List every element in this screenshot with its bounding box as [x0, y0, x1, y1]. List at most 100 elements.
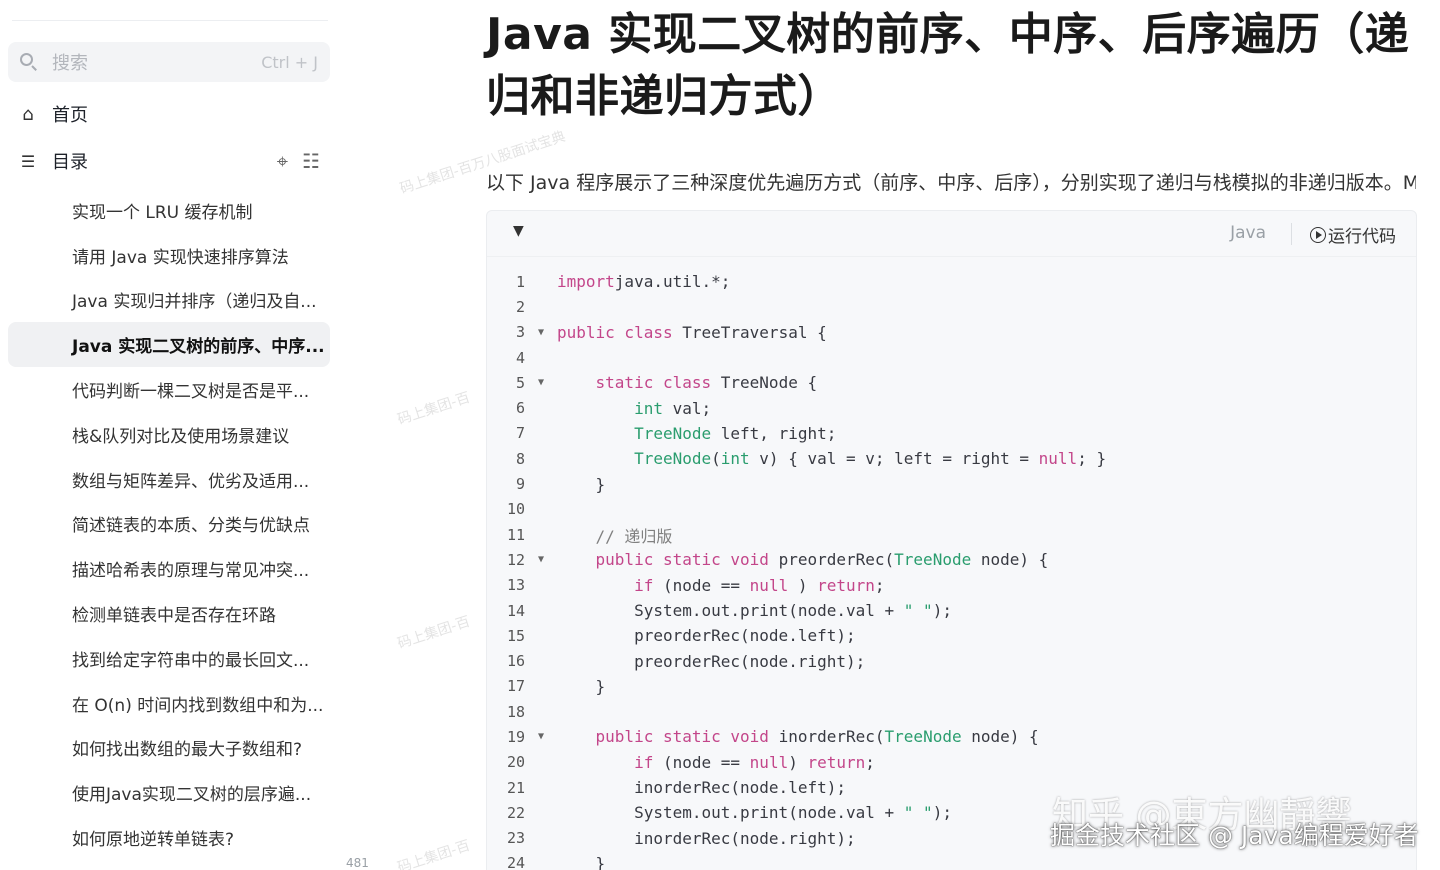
code-token: val;	[672, 398, 712, 418]
code-text: importjava.util.*;	[557, 272, 730, 291]
toc-item[interactable]: 如何原地逆转单链表?	[8, 815, 330, 860]
search-placeholder: 搜索	[52, 53, 88, 74]
code-token: node) {	[980, 550, 1049, 570]
code-token: preorderRec(node.left);	[557, 626, 856, 646]
code-text: public static void preorderRec(TreeNode …	[557, 550, 1049, 570]
fold-caret-icon[interactable]: ▼	[525, 377, 557, 388]
code-token: TreeNode	[634, 449, 712, 469]
code-token: inorderRec(node.right);	[557, 828, 856, 848]
line-number: 22	[506, 803, 525, 822]
line-number: 23	[506, 829, 525, 848]
page-title: Java 实现二叉树的前序、中序、后序遍历（递 归和非递归方式）	[486, 4, 1416, 128]
code-line: 2	[487, 294, 1416, 319]
toc-item[interactable]: 代码判断一棵二叉树是否是平...	[8, 367, 330, 412]
line-number: 11	[506, 525, 525, 544]
code-line: 19 ▼ public static void inorderRec(TreeNo…	[487, 724, 1416, 749]
fold-caret-icon[interactable]: ▼	[525, 554, 557, 565]
line-number: 12	[506, 550, 525, 569]
code-line: 13 if (node == null ) return;	[487, 573, 1416, 598]
code-token: ;	[865, 752, 875, 772]
code-token: null	[749, 575, 789, 595]
toc-item[interactable]: 如何找出数组的最大子数组和?	[8, 726, 330, 771]
code-token: node) {	[971, 727, 1039, 747]
toc-item[interactable]: 描述哈希表的原理与常见冲突...	[8, 546, 330, 591]
code-token: preorderRec(	[778, 550, 895, 570]
watermark: 码上集团-百	[395, 389, 473, 429]
toc-item[interactable]: 找到给定字符串中的最长回文...	[8, 636, 330, 681]
code-text: public static void inorderRec(TreeNode n…	[557, 727, 1039, 746]
search-shortcut: Ctrl + J	[261, 52, 318, 72]
code-token: // 递归版	[595, 526, 673, 546]
nav-toc-label: 目录	[52, 152, 88, 173]
toc-item[interactable]: 请用 Java 实现快速排序算法	[8, 233, 330, 278]
code-text: preorderRec(node.left);	[557, 626, 856, 645]
nav-home[interactable]: ⌂ 首页	[8, 93, 330, 135]
fold-caret-icon[interactable]: ▼	[525, 327, 557, 338]
code-token: inorderRec(	[778, 727, 885, 747]
collapse-code-icon[interactable]: ▼	[513, 223, 524, 239]
code-token: ; }	[1077, 449, 1107, 469]
fold-caret-icon[interactable]: ▼	[525, 731, 557, 742]
nav-toc[interactable]: ☰ 目录 ⌖ ☷	[8, 140, 330, 182]
code-token: int	[634, 398, 673, 418]
code-token: " "	[903, 601, 933, 620]
code-body[interactable]: 1 importjava.util.*; 2 3 ▼ public class TreeT…	[487, 269, 1416, 870]
toc-item[interactable]: 在 O(n) 时间内找到数组中和为...	[8, 681, 330, 726]
line-number: 20	[506, 753, 525, 772]
code-text: public class TreeTraversal {	[557, 323, 827, 342]
divider	[12, 20, 328, 21]
code-token: left, right;	[720, 423, 837, 443]
code-token: (node ==	[662, 575, 750, 595]
code-line: 15 preorderRec(node.left);	[487, 623, 1416, 648]
toc-item[interactable]: 简述链表的本质、分类与优缺点	[8, 502, 330, 547]
code-line: 12 ▼ public static void preorderRec(TreeN…	[487, 547, 1416, 572]
code-line: 4	[487, 345, 1416, 370]
toc-item[interactable]: Java 实现归并排序（递归及自...	[8, 278, 330, 323]
nav-home-label: 首页	[52, 105, 88, 126]
locate-icon[interactable]: ⌖	[277, 150, 288, 172]
code-token: }	[557, 676, 606, 696]
toc-item[interactable]: 检测单链表中是否存在环路	[8, 591, 330, 636]
code-text: }	[557, 475, 606, 494]
collapse-toc-icon[interactable]: ☷	[302, 150, 320, 172]
code-line: 7 TreeNode left, right;	[487, 421, 1416, 446]
code-line: 14 System.out.print(node.val + " ");	[487, 598, 1416, 623]
code-token: static class	[595, 373, 721, 393]
line-number: 6	[515, 399, 525, 418]
sidebar: 搜索 Ctrl + J ⌂ 首页 ☰ 目录 ⌖ ☷ 实现一个 LRU 缓存机制请…	[0, 0, 369, 870]
code-text: inorderRec(node.left);	[557, 778, 846, 797]
code-token: )	[788, 752, 808, 772]
toc-item[interactable]: 数组与矩阵差异、优劣及适用...	[8, 457, 330, 502]
code-header: ▼ Java 运行代码	[487, 211, 1416, 257]
code-token: null	[749, 752, 789, 772]
toc-item[interactable]: 实现一个 LRU 缓存机制	[8, 188, 330, 233]
line-number: 19	[506, 727, 525, 746]
code-token: public class	[557, 322, 683, 342]
toc-item[interactable]: 使用Java实现二叉树的层序遍...	[8, 770, 330, 815]
code-token: TreeNode {	[720, 373, 818, 393]
play-icon	[1310, 226, 1326, 243]
watermark: 码上集团-百	[395, 837, 473, 870]
code-line: 16 preorderRec(node.right);	[487, 648, 1416, 673]
line-number: 15	[506, 626, 525, 645]
code-text: static class TreeNode {	[557, 373, 818, 393]
toc-item[interactable]: 栈&队列对比及使用场景建议	[8, 412, 330, 457]
code-line: 3 ▼ public class TreeTraversal {	[487, 320, 1416, 345]
code-language[interactable]: Java	[1230, 223, 1266, 243]
search-input[interactable]: 搜索 Ctrl + J	[8, 42, 330, 82]
toc-item[interactable]: Java 实现二叉树的前序、中序...	[8, 322, 330, 368]
code-token: java.util.*;	[614, 272, 731, 292]
code-token: (	[711, 449, 721, 469]
line-number: 2	[515, 297, 525, 316]
code-token: public static void	[595, 550, 779, 570]
code-block: ▼ Java 运行代码 1 importjava.util.*; 2 3 ▼ public…	[486, 210, 1417, 870]
code-line: 6 int val;	[487, 395, 1416, 420]
title-line-2: 归和非递归方式）	[486, 71, 842, 122]
code-token: TreeNode	[884, 727, 972, 747]
run-code-button[interactable]: 运行代码	[1310, 222, 1396, 247]
